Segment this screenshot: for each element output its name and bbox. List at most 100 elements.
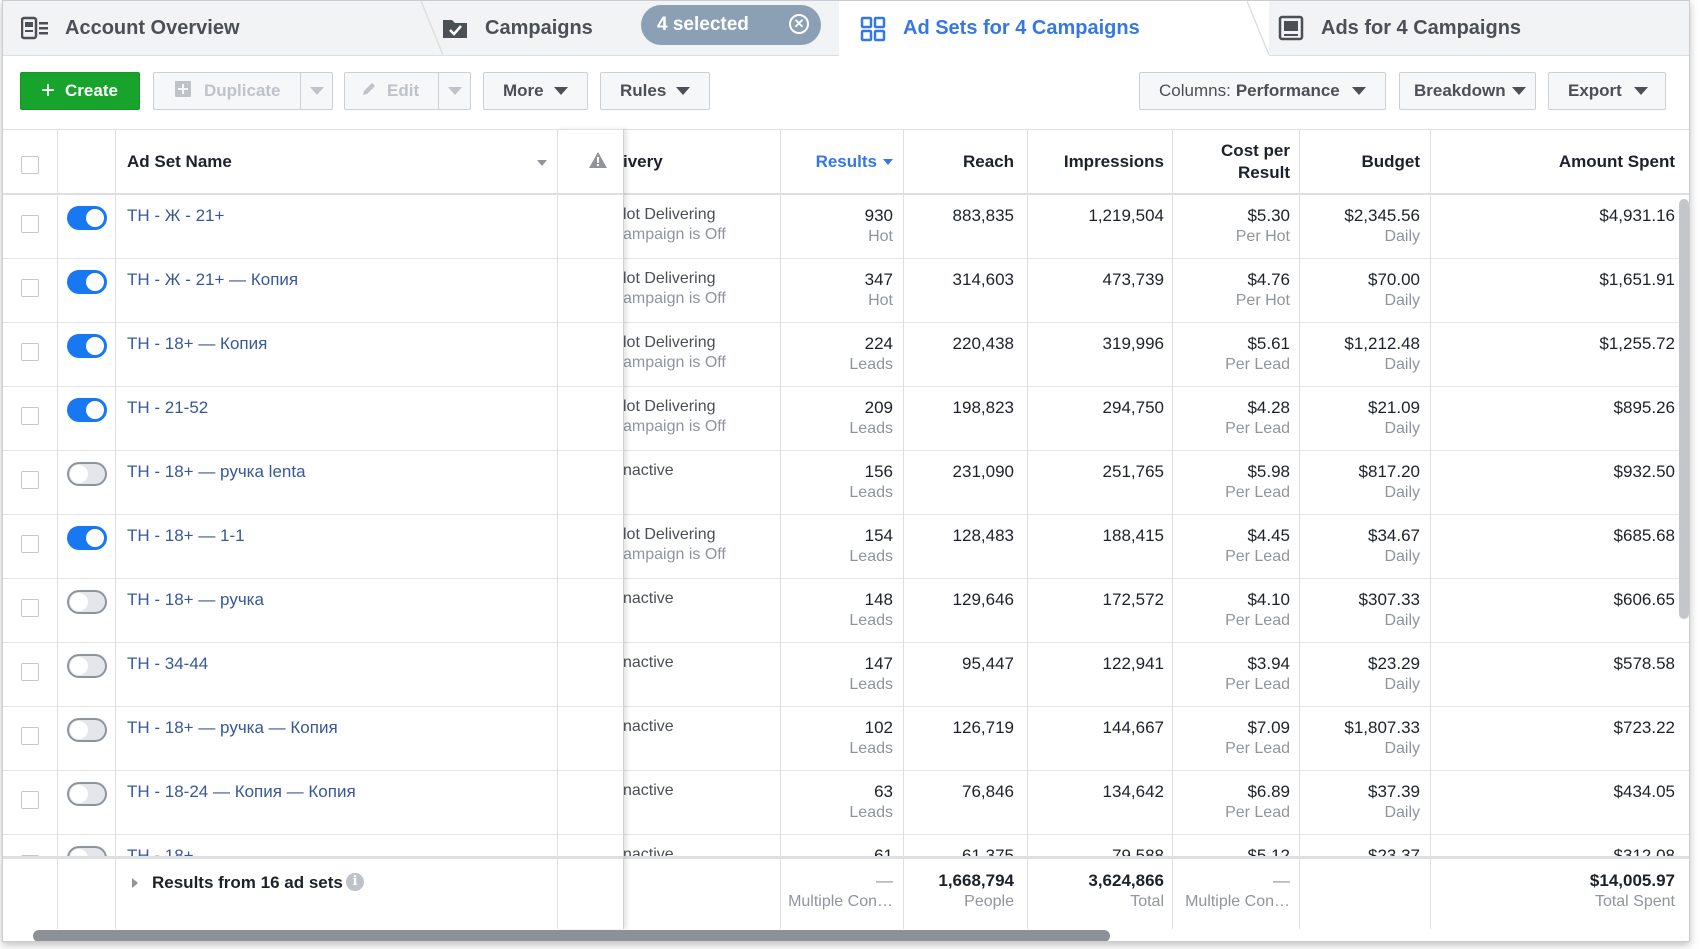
row-checkbox[interactable]	[21, 663, 39, 681]
duplicate-dropdown[interactable]	[300, 73, 333, 109]
table-row[interactable]: TH - 18+ — ручка nactive 148 Leads 129,646 17…	[3, 579, 1689, 643]
budget-value[interactable]: $2,345.56	[1303, 206, 1420, 226]
budget-value[interactable]: $1,807.33	[1303, 718, 1420, 738]
tab-ad-sets[interactable]: Ad Sets for 4 Campaigns	[839, 1, 1269, 56]
table-row[interactable]: TH - 18-24 — Копия — Копия nactive 63 Leads…	[3, 771, 1689, 835]
column-divider	[780, 129, 781, 929]
ad-set-name-link[interactable]: TH - Ж - 21+ — Копия	[127, 270, 298, 290]
impressions-value: 294,750	[1102, 398, 1164, 417]
column-header-name[interactable]: Ad Set Name	[127, 130, 547, 194]
delivery-status: lot Delivering ampaign is Off	[623, 269, 726, 309]
results-type: Hot	[868, 292, 893, 309]
ad-set-name-link[interactable]: TH - 18+ — Копия	[127, 334, 267, 354]
cost-per-result-value: $5.61	[1247, 334, 1290, 353]
ad-set-name-link[interactable]: TH - 18+ — ручка — Копия	[127, 718, 338, 738]
budget-type: Daily	[1384, 292, 1420, 309]
horizontal-scrollbar[interactable]	[33, 930, 1110, 941]
export-button[interactable]: Export	[1548, 72, 1666, 110]
column-header-reach[interactable]: Reach	[908, 130, 1014, 194]
budget-value[interactable]: $37.39	[1303, 782, 1420, 802]
reach-value: 198,823	[952, 398, 1014, 417]
ad-set-name-link[interactable]: TH - 21-52	[127, 398, 208, 418]
ad-set-toggle[interactable]	[67, 590, 107, 614]
ad-set-name-link[interactable]: TH - 18+ — 1-1	[127, 526, 245, 546]
table-row[interactable]: TH - Ж - 21+ — Копия lot Delivering ampaig…	[3, 259, 1689, 323]
table-row[interactable]: TH - Ж - 21+ lot Delivering ampaign is Off…	[3, 195, 1689, 259]
column-header-budget[interactable]: Budget	[1303, 130, 1420, 194]
column-header-amount-spent[interactable]: Amount Spent	[1433, 130, 1675, 194]
budget-value[interactable]: $1,212.48	[1303, 334, 1420, 354]
cost-per-result-value: $3.94	[1247, 654, 1290, 673]
more-button[interactable]: More	[483, 72, 588, 110]
ad-set-toggle[interactable]	[67, 782, 107, 806]
table-row[interactable]: TH - 18+ — ручка lenta nactive 156 Leads 231…	[3, 451, 1689, 515]
amount-spent-value: $4,931.16	[1599, 206, 1675, 225]
column-header-results[interactable]: Results	[783, 130, 893, 194]
ad-set-toggle[interactable]	[67, 718, 107, 742]
column-header-cpr-line1: Cost per	[1221, 141, 1290, 160]
row-checkbox[interactable]	[21, 599, 39, 617]
budget-value[interactable]: $307.33	[1303, 590, 1420, 610]
table-row[interactable]: TH - 34-44 nactive 147 Leads 95,447 122,941 $3…	[3, 643, 1689, 707]
chevron-down-icon	[448, 87, 462, 95]
row-checkbox[interactable]	[21, 791, 39, 809]
row-checkbox[interactable]	[21, 407, 39, 425]
ads-manager-window: Account Overview Campaigns 4 selected ✕ …	[2, 0, 1690, 942]
tab-ads[interactable]: Ads for 4 Campaigns	[1275, 1, 1689, 55]
table-row[interactable]: TH - 18+ — 1-1 lot Delivering ampaign is O…	[3, 515, 1689, 579]
tab-account-overview[interactable]: Account Overview	[3, 1, 423, 55]
rules-button[interactable]: Rules	[600, 72, 710, 110]
columns-button[interactable]: Columns: Performance	[1139, 72, 1386, 110]
row-checkbox[interactable]	[21, 279, 39, 297]
cost-per-result-value: $5.30	[1247, 206, 1290, 225]
create-button[interactable]: + Create	[20, 72, 140, 110]
row-checkbox[interactable]	[21, 343, 39, 361]
column-divider	[1430, 129, 1431, 929]
clear-selection-icon[interactable]: ✕	[789, 14, 809, 34]
budget-value[interactable]: $34.67	[1303, 526, 1420, 546]
ad-set-name-link[interactable]: TH - 18-24 — Копия — Копия	[127, 782, 356, 802]
ad-set-name-link[interactable]: TH - 18+ — ручка	[127, 590, 264, 610]
ad-set-toggle[interactable]	[67, 334, 107, 358]
column-header-impressions[interactable]: Impressions	[1028, 130, 1164, 194]
footer-impressions: 3,624,866	[1088, 871, 1164, 890]
budget-type: Daily	[1384, 548, 1420, 565]
column-header-cost-per-result[interactable]: Cost per Result	[1173, 130, 1290, 194]
table-row[interactable]: TH - 18+ — Копия lot Delivering ampaign is…	[3, 323, 1689, 387]
duplicate-button[interactable]: Duplicate	[153, 72, 333, 110]
row-checkbox[interactable]	[21, 727, 39, 745]
ad-set-toggle[interactable]	[67, 270, 107, 294]
row-checkbox[interactable]	[21, 471, 39, 489]
chevron-down-icon	[1511, 87, 1526, 95]
impressions-value: 134,642	[1102, 782, 1164, 801]
ad-set-name-link[interactable]: TH - 34-44	[127, 654, 208, 674]
budget-value[interactable]: $21.09	[1303, 398, 1420, 418]
info-icon[interactable]: i	[346, 873, 364, 891]
budget-value[interactable]: $23.29	[1303, 654, 1420, 674]
budget-value[interactable]: $817.20	[1303, 462, 1420, 482]
column-header-delivery[interactable]: ivery	[623, 130, 773, 194]
ad-set-toggle[interactable]	[67, 398, 107, 422]
expand-caret-icon[interactable]	[132, 878, 138, 888]
vertical-scrollbar[interactable]	[1679, 199, 1689, 619]
edit-dropdown[interactable]	[438, 73, 471, 109]
ad-set-toggle[interactable]	[67, 462, 107, 486]
table-row[interactable]: TH - 18+ — ручка — Копия nactive 102 Leads 1…	[3, 707, 1689, 771]
ad-set-name-link[interactable]: TH - Ж - 21+	[127, 206, 224, 226]
edit-button[interactable]: Edit	[344, 72, 471, 110]
table-row[interactable]: TH - 21-52 lot Delivering ampaign is Off 20…	[3, 387, 1689, 451]
reach-value: 129,646	[952, 590, 1014, 609]
footer-reach-sub: People	[964, 893, 1014, 910]
chevron-down-icon	[310, 87, 324, 95]
ad-set-name-link[interactable]: TH - 18+ — ручка lenta	[127, 462, 306, 482]
budget-value[interactable]: $70.00	[1303, 270, 1420, 290]
ad-set-toggle[interactable]	[67, 206, 107, 230]
row-checkbox[interactable]	[21, 215, 39, 233]
row-checkbox[interactable]	[21, 535, 39, 553]
chevron-down-icon	[553, 87, 568, 95]
selected-count-pill[interactable]: 4 selected ✕	[641, 5, 821, 45]
ad-set-toggle[interactable]	[67, 654, 107, 678]
select-all-checkbox[interactable]	[21, 156, 39, 174]
breakdown-button[interactable]: Breakdown	[1399, 72, 1536, 110]
ad-set-toggle[interactable]	[67, 526, 107, 550]
